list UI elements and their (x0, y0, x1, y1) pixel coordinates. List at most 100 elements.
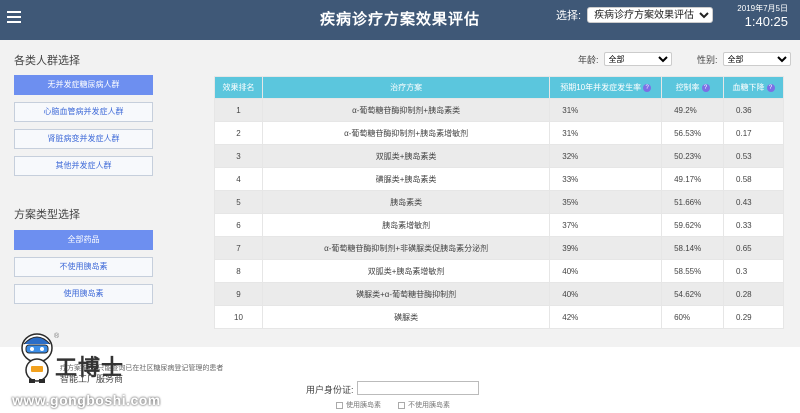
cell-control: 56.53% (661, 121, 725, 145)
cell-rate10: 35% (549, 190, 663, 214)
cell-drop: 0.65 (723, 236, 784, 260)
checkbox-box[interactable] (398, 401, 405, 409)
cell-rate10: 40% (549, 259, 663, 283)
cell-drop: 0.17 (723, 121, 784, 145)
cell-drop: 0.43 (723, 190, 784, 214)
cell-rate10: 33% (549, 167, 663, 191)
cell-rank: 10 (214, 305, 263, 329)
gender-select[interactable]: 全部 (722, 52, 791, 66)
checkbox-no-insulin[interactable]: 不使用胰岛素 (398, 400, 450, 410)
cell-plan: 磺脲类 (261, 305, 551, 329)
checkbox-box[interactable] (336, 401, 343, 409)
table-row[interactable]: 5 胰岛素类 35% 51.66% 0.43 (214, 190, 784, 214)
plan-button-all[interactable]: 全部药品 (14, 230, 153, 250)
cell-drop: 0.3 (723, 259, 784, 283)
group-section-title: 各类人群选择 (14, 55, 80, 67)
table-header-row: 效果排名 治疗方案 预期10年并发症发生率? 控制率? 血糖下降? (214, 76, 784, 99)
age-select[interactable]: 全部 (603, 52, 672, 66)
menu-icon[interactable] (7, 11, 21, 23)
cell-control: 51.66% (661, 190, 725, 214)
group-button-renal[interactable]: 肾脏病变并发症人群 (14, 129, 153, 149)
cell-control: 59.62% (661, 213, 725, 237)
module-select[interactable]: 疾病诊疗方案效果评估 (587, 7, 714, 23)
cell-rank: 3 (214, 144, 263, 168)
cell-rank: 5 (214, 190, 263, 214)
table-row[interactable]: 1 α-葡萄糖苷酶抑制剂+胰岛素类 31% 49.2% 0.36 (214, 98, 784, 122)
table-row[interactable]: 3 双胍类+胰岛素类 32% 50.23% 0.53 (214, 144, 784, 168)
cell-rate10: 31% (549, 98, 663, 122)
help-icon[interactable]: ? (643, 83, 652, 92)
cell-rate10: 39% (549, 236, 663, 260)
cell-plan: α-葡萄糖苷酶抑制剂+胰岛素类 (261, 98, 551, 122)
age-filter: 年龄: 全部 (578, 52, 672, 66)
gender-filter: 性别: 全部 (697, 52, 791, 66)
main-content: 各类人群选择 无并发症糖尿病人群 心脑血管病并发症人群 肾脏病变并发症人群 其他… (0, 40, 800, 347)
plan-button-no-insulin[interactable]: 不使用胰岛素 (14, 257, 153, 277)
cell-control: 49.2% (661, 98, 725, 122)
table-row[interactable]: 7 α-葡萄糖苷酶抑制剂+非磺脲类促胰岛素分泌剂 39% 58.14% 0.65 (214, 236, 784, 260)
cell-control: 60% (661, 305, 725, 329)
cell-plan: 胰岛素增敏剂 (261, 213, 551, 237)
module-select-label: 选择: (556, 10, 582, 22)
cell-control: 54.62% (661, 282, 725, 306)
cell-plan: 磺脲类+胰岛素类 (261, 167, 551, 191)
id-label: 用户身份证: (306, 385, 354, 395)
cell-control: 58.14% (661, 236, 725, 260)
col-header-plan: 治疗方案 (261, 76, 551, 99)
cell-control: 49.17% (661, 167, 725, 191)
cell-drop: 0.29 (723, 305, 784, 329)
cell-plan: α-葡萄糖苷酶抑制剂+胰岛素增敏剂 (261, 121, 551, 145)
group-button-cardio[interactable]: 心脑血管病并发症人群 (14, 102, 153, 122)
mascot-icon (21, 333, 53, 383)
cell-control: 50.23% (661, 144, 725, 168)
module-select-group: 选择: 疾病诊疗方案效果评估 (556, 7, 714, 23)
watermark-url: www.gongboshi.com (12, 392, 161, 408)
checkbox-use-insulin[interactable]: 使用胰岛素 (336, 400, 381, 410)
cell-rank: 9 (214, 282, 263, 306)
help-icon[interactable]: ? (701, 83, 710, 92)
id-input[interactable] (357, 381, 479, 395)
cell-plan: 磺脲类+α-葡萄糖苷酶抑制剂 (261, 282, 551, 306)
clock-text: 1:40:25 (744, 14, 788, 29)
cell-plan: 双胍类+胰岛素增敏剂 (261, 259, 551, 283)
cell-drop: 0.58 (723, 167, 784, 191)
age-label: 年龄: (578, 54, 599, 65)
col-header-rate10: 预期10年并发症发生率? (549, 76, 663, 99)
gender-label: 性别: (697, 54, 718, 65)
cell-rate10: 37% (549, 213, 663, 237)
cell-plan: 胰岛素类 (261, 190, 551, 214)
table-row[interactable]: 8 双胍类+胰岛素增敏剂 40% 58.55% 0.3 (214, 259, 784, 283)
plan-button-insulin[interactable]: 使用胰岛素 (14, 284, 153, 304)
table-row[interactable]: 9 磺脲类+α-葡萄糖苷酶抑制剂 40% 54.62% 0.28 (214, 282, 784, 306)
cell-rate10: 42% (549, 305, 663, 329)
cell-rank: 2 (214, 121, 263, 145)
cell-rank: 7 (214, 236, 263, 260)
table-row[interactable]: 2 α-葡萄糖苷酶抑制剂+胰岛素增敏剂 31% 56.53% 0.17 (214, 121, 784, 145)
group-button-other[interactable]: 其他并发症人群 (14, 156, 153, 176)
cell-rank: 6 (214, 213, 263, 237)
top-bar: 疾病诊疗方案效果评估 选择: 疾病诊疗方案效果评估 2019年7月5日 1:40… (0, 0, 800, 40)
cell-drop: 0.33 (723, 213, 784, 237)
cell-rate10: 31% (549, 121, 663, 145)
cell-plan: 双胍类+胰岛素类 (261, 144, 551, 168)
cell-rate10: 40% (549, 282, 663, 306)
table-row[interactable]: 10 磺脲类 42% 60% 0.29 (214, 305, 784, 329)
cell-rank: 4 (214, 167, 263, 191)
group-button-no-complication[interactable]: 无并发症糖尿病人群 (14, 75, 153, 95)
cell-rate10: 32% (549, 144, 663, 168)
cell-drop: 0.36 (723, 98, 784, 122)
cell-rank: 8 (214, 259, 263, 283)
watermark-reg: ® (54, 333, 60, 340)
col-header-control: 控制率? (661, 76, 725, 99)
plan-section-title: 方案类型选择 (14, 209, 80, 221)
cell-drop: 0.28 (723, 282, 784, 306)
table-row[interactable]: 4 磺脲类+胰岛素类 33% 49.17% 0.58 (214, 167, 784, 191)
col-header-rank: 效果排名 (214, 76, 263, 99)
col-header-drop: 血糖下降? (723, 76, 784, 99)
table-row[interactable]: 6 胰岛素增敏剂 37% 59.62% 0.33 (214, 213, 784, 237)
checkbox-label: 不使用胰岛素 (408, 402, 450, 409)
cell-control: 58.55% (661, 259, 725, 283)
help-icon[interactable]: ? (766, 83, 775, 92)
cell-plan: α-葡萄糖苷酶抑制剂+非磺脲类促胰岛素分泌剂 (261, 236, 551, 260)
results-table: 效果排名 治疗方案 预期10年并发症发生率? 控制率? 血糖下降? 1 α-葡萄… (214, 76, 784, 329)
